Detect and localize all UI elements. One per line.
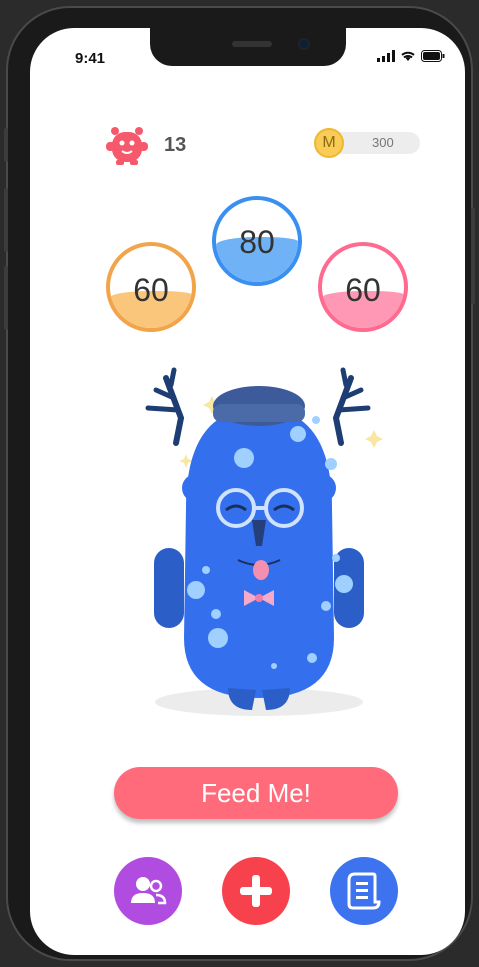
add-icon bbox=[240, 875, 272, 907]
monster-character[interactable] bbox=[126, 358, 386, 718]
speaker bbox=[232, 41, 272, 47]
volume-down-button bbox=[4, 266, 8, 330]
coin-balance[interactable]: 300 M bbox=[314, 128, 422, 158]
stat-bubble-hunger[interactable]: 60 bbox=[106, 242, 196, 332]
stat-bubble-energy[interactable]: 80 bbox=[212, 196, 302, 286]
list-icon bbox=[347, 872, 381, 910]
signal-icon bbox=[377, 50, 395, 62]
status-time: 9:41 bbox=[75, 50, 106, 67]
notch bbox=[150, 28, 346, 66]
level-indicator: 13 bbox=[104, 124, 186, 166]
mute-switch bbox=[4, 128, 8, 162]
coin-icon: M bbox=[314, 128, 344, 158]
front-camera bbox=[298, 38, 310, 50]
monster-icon bbox=[106, 127, 148, 165]
power-button bbox=[471, 208, 475, 304]
app-screen: 9:41 13 300 M 60 80 60 Feed Me! bbox=[30, 28, 465, 955]
level-number: 13 bbox=[164, 133, 187, 156]
stat-value-hunger: 60 bbox=[133, 272, 169, 308]
friends-icon bbox=[131, 877, 167, 905]
add-button[interactable] bbox=[222, 857, 290, 925]
stat-value-energy: 80 bbox=[239, 224, 275, 260]
battery-icon bbox=[421, 50, 445, 62]
stat-bubble-happiness[interactable]: 60 bbox=[318, 242, 408, 332]
volume-up-button bbox=[4, 188, 8, 252]
list-button[interactable] bbox=[330, 857, 398, 925]
friends-button[interactable] bbox=[114, 857, 182, 925]
feed-me-button[interactable]: Feed Me! bbox=[114, 767, 398, 819]
wifi-icon bbox=[401, 51, 415, 61]
phone-frame: 9:41 13 300 M 60 80 60 Feed Me! bbox=[4, 6, 475, 961]
stat-value-happiness: 60 bbox=[345, 272, 381, 308]
coin-amount: 300 bbox=[372, 135, 394, 150]
status-icons bbox=[377, 50, 445, 62]
